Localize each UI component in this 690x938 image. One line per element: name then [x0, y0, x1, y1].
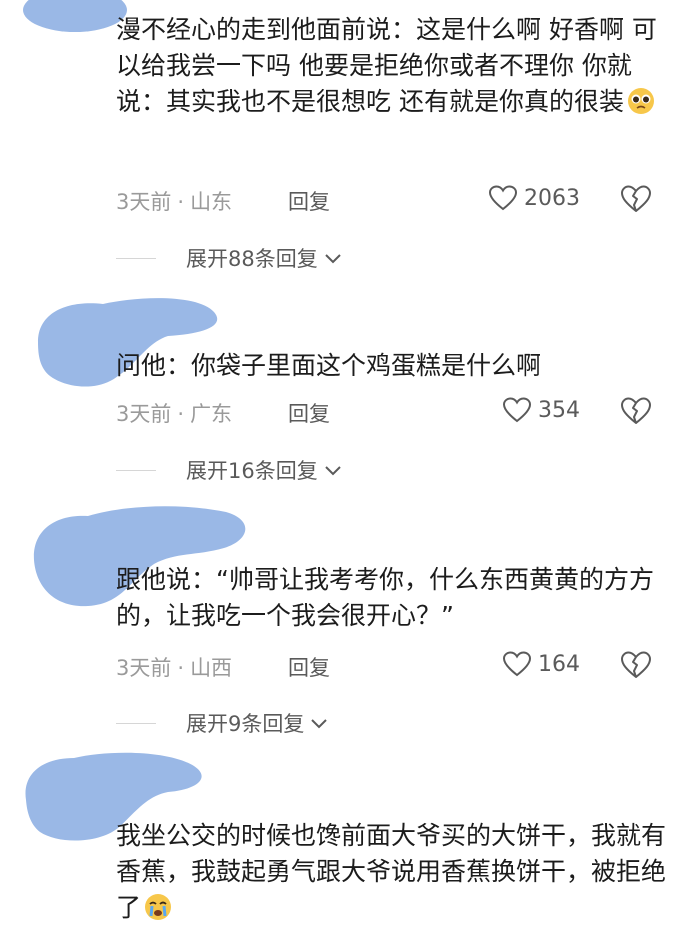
- heart-outline-icon: [488, 185, 518, 211]
- like-button[interactable]: 354: [502, 396, 580, 424]
- meta-separator: ·: [177, 656, 185, 680]
- like-count: 2063: [524, 185, 580, 211]
- heart-outline-icon: [502, 651, 532, 677]
- expand-replies-button[interactable]: 展开9条回复: [116, 708, 328, 738]
- expand-replies-button[interactable]: 展开88条回复: [116, 243, 342, 273]
- chevron-down-icon: [311, 719, 328, 729]
- broken-heart-icon[interactable]: [620, 184, 652, 214]
- heart-outline-icon: [502, 397, 532, 423]
- comment-time: 3天前: [116, 402, 172, 426]
- meta-separator: ·: [177, 402, 185, 426]
- comment-text: 问他：你袋子里面这个鸡蛋糕是什么啊: [116, 351, 542, 380]
- divider-line: [116, 469, 156, 471]
- expand-replies-label: 展开88条回复: [186, 247, 318, 271]
- broken-heart-icon[interactable]: [620, 650, 652, 680]
- comment-location: 山西: [190, 656, 233, 680]
- comment-time: 3天前: [116, 190, 172, 214]
- expand-replies-label: 展开16条回复: [186, 459, 318, 483]
- comment-text: 跟他说：“帅哥让我考考你，什么东西黄黄的方方的，让我吃一个我会很开心？”: [116, 565, 654, 630]
- crying-face-emoji: [143, 892, 173, 932]
- comment-meta: 3天前 · 山西: [116, 652, 232, 682]
- comment-meta: 3天前 · 山东: [116, 186, 232, 216]
- comment-location: 广东: [190, 402, 233, 426]
- divider-line: [116, 257, 156, 259]
- redacted-avatar: [23, 0, 127, 32]
- reply-button[interactable]: 回复: [288, 652, 330, 682]
- meta-separator: ·: [177, 190, 185, 214]
- comment-text: 漫不经心的走到他面前说：这是什么啊 好香啊 可以给我尝一下吗 他要是拒绝你或者不…: [116, 12, 676, 126]
- reply-button[interactable]: 回复: [288, 398, 330, 428]
- like-button[interactable]: 2063: [488, 184, 580, 212]
- reply-button[interactable]: 回复: [288, 186, 330, 216]
- expand-replies-button[interactable]: 展开16条回复: [116, 455, 342, 485]
- comment-text: 我坐公交的时候也馋前面大爷买的大饼干，我就有香蕉，我鼓起勇气跟大爷说用香蕉换饼干…: [116, 818, 676, 932]
- broken-heart-icon[interactable]: [620, 396, 652, 426]
- chevron-down-icon: [325, 466, 341, 476]
- divider-line: [116, 722, 156, 724]
- expand-replies-label: 展开9条回复: [186, 712, 305, 736]
- comment-meta: 3天前 · 广东: [116, 398, 232, 428]
- like-count: 354: [538, 397, 580, 423]
- like-count: 164: [538, 651, 580, 677]
- comment-location: 山东: [190, 190, 233, 214]
- comment-time: 3天前: [116, 656, 172, 680]
- like-button[interactable]: 164: [502, 650, 580, 678]
- chevron-down-icon: [325, 254, 341, 264]
- pleading-face-emoji: [626, 86, 656, 126]
